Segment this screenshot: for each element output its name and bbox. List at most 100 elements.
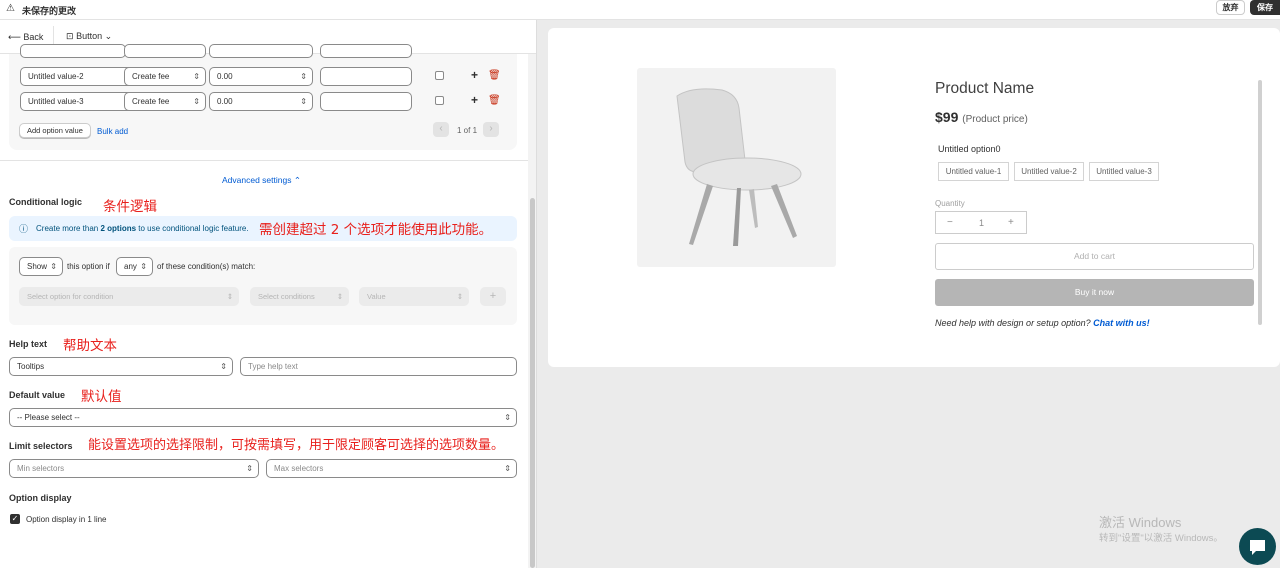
extra-input[interactable] — [320, 92, 412, 111]
back-button[interactable]: ⟵ Back — [8, 32, 43, 43]
option-chip[interactable]: Untitled value-1 — [938, 162, 1009, 181]
product-preview: Product Name $99 (Product price) Untitle… — [548, 28, 1280, 367]
advanced-settings-toggle[interactable]: Advanced settings ⌃ — [222, 175, 301, 186]
add-condition-button[interactable]: + — [480, 287, 506, 306]
product-image — [637, 68, 836, 267]
value-name-input[interactable] — [20, 44, 126, 58]
element-type-selector[interactable]: ⊡ Button ⌄ — [66, 31, 112, 42]
option-display-label: Option display in 1 line — [26, 515, 107, 524]
action-select[interactable]: Show ⇕ — [19, 257, 63, 276]
min-selectors-input[interactable]: Min selectors ⇕ — [9, 459, 259, 478]
banner-annotation: 需创建超过 2 个选项才能使用此功能。 — [259, 222, 493, 238]
option-label: Untitled option0 — [938, 144, 1001, 154]
scrollbar-thumb[interactable] — [530, 198, 535, 568]
add-option-value-button[interactable]: Add option value — [19, 123, 91, 138]
trash-icon[interactable]: 🗑 — [488, 70, 501, 81]
discard-button[interactable]: 放弃 — [1216, 0, 1245, 15]
conditional-logic-title: Conditional logic — [9, 197, 82, 207]
fee-type-select[interactable]: Create fee ⇕ — [124, 92, 206, 111]
chat-link[interactable]: Chat with us! — [1093, 318, 1150, 328]
button-type-icon: ⊡ — [66, 31, 74, 41]
help-text-input[interactable]: Type help text — [240, 357, 517, 376]
option-display-title: Option display — [9, 493, 72, 503]
price-input[interactable]: 0.00 ⇕ — [209, 67, 313, 86]
default-value-title: Default value — [9, 390, 66, 400]
activation-watermark-title: 激活 Windows — [1099, 515, 1182, 530]
quantity-label: Quantity — [935, 199, 965, 208]
trash-icon[interactable]: 🗑 — [488, 95, 501, 106]
help-line: Need help with design or setup option? C… — [935, 318, 1150, 328]
next-page-button[interactable]: › — [483, 122, 499, 137]
fee-type-select[interactable]: Create fee ⇕ — [124, 67, 206, 86]
unsaved-title: 未保存的更改 — [22, 6, 77, 16]
option-chip[interactable]: Untitled value-3 — [1089, 162, 1159, 181]
quantity-stepper[interactable]: − 1 + — [935, 211, 1027, 234]
select-chevron-icon: ⇕ — [193, 97, 200, 106]
editor-panel: ⟵ Back ⊡ Button ⌄ Untitled value-2 Creat… — [0, 20, 537, 568]
chair-image — [676, 88, 802, 246]
buy-now-button[interactable]: Buy it now — [935, 279, 1254, 306]
conditional-logic-annotation: 条件逻辑 — [103, 199, 157, 215]
stepper-icon[interactable]: ⇕ — [504, 460, 511, 477]
plus-icon[interactable]: + — [1008, 217, 1014, 228]
bulk-add-link[interactable]: Bulk add — [97, 127, 128, 136]
banner-text: Create more than 2 options to use condit… — [36, 224, 249, 233]
select-chevron-icon: ⇕ — [220, 362, 227, 371]
product-price: $99 (Product price) — [935, 109, 1028, 125]
warning-icon: ⚠ — [6, 3, 15, 14]
preview-scrollbar[interactable] — [1258, 80, 1262, 325]
chat-widget-button[interactable] — [1239, 528, 1276, 565]
option-values-card: Untitled value-2 Create fee ⇕ 0.00 ⇕ + 🗑 U… — [9, 44, 517, 150]
conditions-select[interactable]: Select conditions ⇕ — [250, 287, 349, 306]
limit-selectors-annotation: 能设置选项的选择限制，可按需填写，用于限定顾客可选择的选项数量。 — [88, 438, 505, 453]
unsaved-changes-bar: ⚠ 未保存的更改 放弃 保存 — [0, 0, 1280, 20]
match-select[interactable]: any ⇕ — [116, 257, 153, 276]
default-value-annotation: 默认值 — [81, 389, 122, 405]
select-chevron-icon: ⇕ — [456, 292, 463, 301]
this-option-if-label: this option if — [67, 262, 110, 271]
select-chevron-icon: ⇕ — [193, 72, 200, 81]
option-chip[interactable]: Untitled value-2 — [1014, 162, 1084, 181]
max-selectors-input[interactable]: Max selectors ⇕ — [266, 459, 517, 478]
select-chevron-icon: ⇕ — [50, 262, 57, 271]
select-chevron-icon: ⇕ — [504, 413, 511, 422]
prev-page-button[interactable]: ‹ — [433, 122, 449, 137]
pagination-label: 1 of 1 — [457, 126, 478, 135]
stepper-icon[interactable]: ⇕ — [300, 93, 307, 110]
chat-icon — [1250, 540, 1265, 555]
stepper-icon[interactable]: ⇕ — [246, 460, 253, 477]
help-mode-select[interactable]: Tooltips ⇕ — [9, 357, 233, 376]
value-select[interactable]: Value ⇕ — [359, 287, 469, 306]
extra-input[interactable] — [320, 67, 412, 86]
stepper-icon[interactable]: ⇕ — [300, 68, 307, 85]
row-checkbox[interactable] — [435, 71, 444, 80]
add-to-cart-button[interactable]: Add to cart — [935, 243, 1254, 270]
add-row-icon[interactable]: + — [471, 93, 478, 107]
section-divider — [0, 160, 528, 161]
limit-selectors-title: Limit selectors — [9, 441, 73, 451]
product-name: Product Name — [935, 80, 1035, 97]
select-chevron-icon: ⇕ — [140, 262, 147, 271]
activation-watermark-text: 转到"设置"以激活 Windows。 — [1099, 533, 1223, 544]
price-input[interactable] — [209, 44, 313, 58]
price-input[interactable]: 0.00 ⇕ — [209, 92, 313, 111]
select-chevron-icon: ⇕ — [226, 292, 233, 301]
condition-builder: Show ⇕ this option if any ⇕ of these condi… — [9, 247, 517, 325]
option-condition-select[interactable]: Select option for condition ⇕ — [19, 287, 239, 306]
save-button[interactable]: 保存 — [1250, 0, 1280, 15]
help-text-annotation: 帮助文本 — [63, 338, 117, 354]
extra-input[interactable] — [320, 44, 412, 58]
minus-icon[interactable]: − — [947, 217, 953, 228]
match-suffix-label: of these condition(s) match: — [157, 262, 256, 271]
select-chevron-icon: ⇕ — [336, 292, 343, 301]
add-row-icon[interactable]: + — [471, 68, 478, 82]
help-text-title: Help text — [9, 339, 48, 349]
chevron-down-icon: ⌄ — [104, 31, 113, 41]
default-value-select[interactable]: -- Please select -- ⇕ — [9, 408, 517, 427]
info-banner: ⓘ Create more than 2 options to use cond… — [9, 216, 517, 241]
row-checkbox[interactable] — [435, 96, 444, 105]
back-icon: ⟵ — [8, 32, 21, 42]
fee-type-select[interactable] — [124, 44, 206, 58]
quantity-value: 1 — [979, 218, 985, 228]
option-display-checkbox[interactable]: ✓ — [10, 514, 20, 524]
